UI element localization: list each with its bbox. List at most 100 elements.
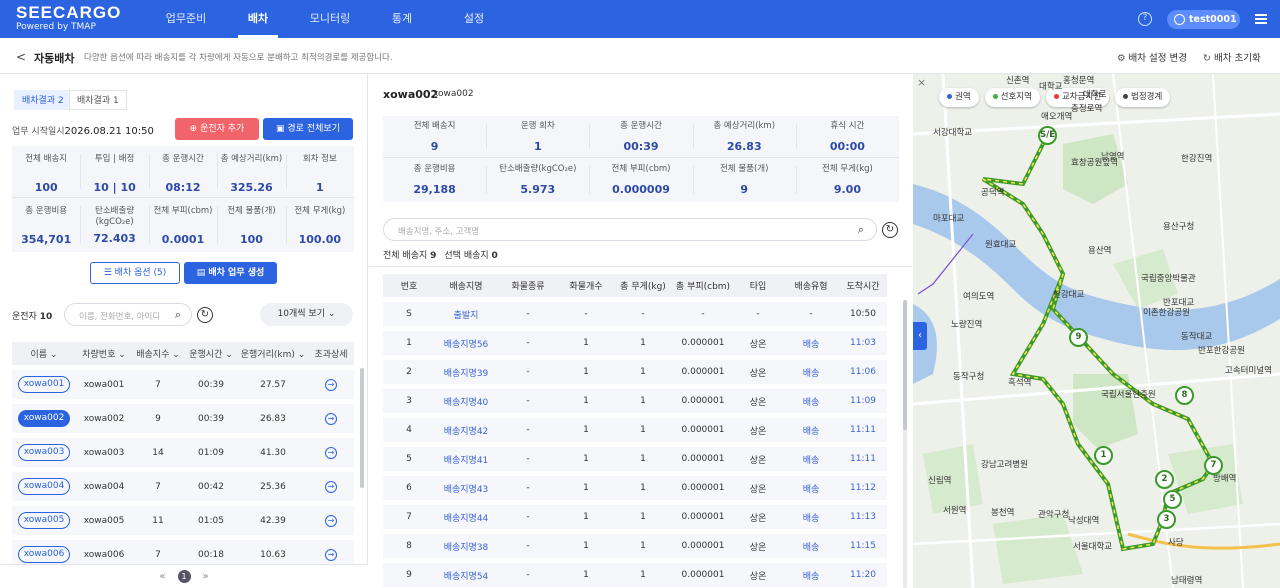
col-name[interactable]: 이름 ⌄	[12, 347, 76, 360]
stop-cell: 배송	[802, 397, 820, 408]
brand-logo[interactable]: SEECARGO Powered by TMAP	[16, 4, 126, 34]
driver-name-cell[interactable]: xowa001	[12, 376, 76, 393]
driver-name-pill[interactable]: xowa004	[18, 478, 70, 495]
col-car[interactable]: 차량번호 ⌄	[76, 347, 132, 360]
stop-cell[interactable]: 배송지명40	[435, 395, 497, 408]
driver-name-pill[interactable]: xowa005	[18, 512, 70, 529]
stop-cell[interactable]: 배송지명56	[435, 337, 497, 350]
arrow-right-icon[interactable]: →	[325, 480, 337, 493]
arrow-right-icon[interactable]: →	[325, 412, 337, 425]
map-place-label: 흑석역	[1008, 378, 1032, 388]
table-row[interactable]: 2 배송지명39 - 1 1 0.000001 상온 배송 11:06	[383, 360, 887, 384]
stop-list-scrollbar[interactable]	[903, 300, 907, 430]
col-stops[interactable]: 배송지수 ⌄	[132, 347, 184, 360]
arrow-right-icon[interactable]: →	[325, 446, 337, 459]
table-row[interactable]: xowa005 xowa005 11 01:05 42.39 →	[12, 506, 354, 535]
driver-stops-cell: 11	[152, 515, 164, 526]
dispatch-settings-button[interactable]: ⚙ 배차 설정 변경	[1117, 50, 1187, 64]
stop-cell: 1	[640, 483, 646, 493]
chip-zone[interactable]: 권역	[939, 88, 979, 107]
tab-result-2[interactable]: 배차결과 2	[14, 90, 72, 110]
table-row[interactable]: 7 배송지명44 - 1 1 0.000001 상온 배송 11:13	[383, 505, 887, 529]
refresh-icon[interactable]: ↻	[197, 307, 213, 323]
col-distance[interactable]: 운행거리(km) ⌄	[238, 347, 308, 360]
create-dispatch-job-button[interactable]: ▤ 배차 업무 생성	[184, 262, 277, 284]
collapse-panel-icon[interactable]: ‹	[913, 322, 927, 350]
nav-item-settings[interactable]: 설정	[438, 0, 510, 38]
driver-name-pill[interactable]: xowa002	[18, 410, 70, 427]
hamburger-menu-icon[interactable]	[1255, 14, 1267, 24]
route-marker[interactable]: 5	[1163, 490, 1182, 509]
route-marker[interactable]: 1	[1094, 446, 1113, 465]
arrow-right-icon[interactable]: →	[325, 548, 337, 561]
back-arrow-icon[interactable]: <	[16, 50, 26, 64]
route-map[interactable]: × 권역 선호지역 교차금지선 법정경계 ‹ 신촌역 홍청문역 대학교 애오개역 충정로…	[913, 74, 1280, 588]
stop-cell[interactable]: 배송지명39	[435, 366, 497, 379]
driver-list-scrollbar[interactable]	[360, 368, 364, 488]
table-row[interactable]: xowa003 xowa003 14 01:09 41.30 →	[12, 438, 354, 467]
stop-cell[interactable]: 배송지명54	[435, 569, 497, 582]
user-menu-button[interactable]: test0001	[1167, 10, 1240, 29]
nav-item-statistics[interactable]: 통계	[366, 0, 438, 38]
nav-item-monitoring[interactable]: 모니터링	[294, 0, 366, 38]
nav-item-dispatch[interactable]: 배차	[222, 0, 294, 38]
view-all-routes-label: 경로 전체보기	[287, 124, 340, 134]
route-marker[interactable]: 9	[1069, 328, 1088, 347]
stop-cell[interactable]: 출발지	[435, 308, 497, 321]
stop-cell[interactable]: 배송지명38	[435, 540, 497, 553]
arrow-right-icon[interactable]: →	[325, 378, 337, 391]
nav-item-prepare[interactable]: 업무준비	[150, 0, 222, 38]
driver-name-cell[interactable]: xowa006	[12, 546, 76, 563]
search-icon[interactable]: ⌕	[175, 308, 181, 322]
prev-page-icon[interactable]: «	[159, 565, 165, 588]
table-row[interactable]: 1 배송지명56 - 1 1 0.000001 상온 배송 11:03	[383, 331, 887, 355]
driver-name-cell[interactable]: xowa002	[12, 410, 76, 427]
driver-name-pill[interactable]: xowa001	[18, 376, 70, 393]
driver-name-pill[interactable]: xowa003	[18, 444, 70, 461]
tab-result-1[interactable]: 배차결과 1	[69, 90, 127, 110]
stop-cell[interactable]: 배송지명44	[435, 511, 497, 524]
stop-cell: 11:11	[850, 425, 876, 435]
driver-name-cell[interactable]: xowa004	[12, 478, 76, 495]
route-marker[interactable]: 2	[1155, 470, 1174, 489]
next-page-icon[interactable]: »	[203, 565, 209, 588]
table-row[interactable]: 3 배송지명40 - 1 1 0.000001 상온 배송 11:09	[383, 389, 887, 413]
driver-name-pill[interactable]: xowa006	[18, 546, 70, 563]
help-icon[interactable]: ?	[1138, 12, 1152, 26]
map-place-label: 반포대교	[1163, 298, 1195, 308]
stop-search-input[interactable]: 배송지명, 주소, 고객명 ⌕	[383, 218, 877, 241]
table-row[interactable]: S 출발지 - - - - - - 10:50	[383, 302, 887, 326]
table-row[interactable]: 4 배송지명42 - 1 1 0.000001 상온 배송 11:11	[383, 418, 887, 442]
driver-name-cell[interactable]: xowa005	[12, 512, 76, 529]
col-time[interactable]: 운행시간 ⌄	[184, 347, 238, 360]
dispatch-reset-button[interactable]: ↻ 배차 초기화	[1203, 50, 1261, 64]
table-row[interactable]: 8 배송지명38 - 1 1 0.000001 상온 배송 11:15	[383, 534, 887, 558]
refresh-icon[interactable]: ↻	[882, 222, 898, 238]
route-marker[interactable]: S/E	[1038, 126, 1057, 145]
table-row[interactable]: xowa004 xowa004 7 00:42 25.36 →	[12, 472, 354, 501]
add-driver-button[interactable]: ⊕ 운전자 추가	[175, 118, 259, 140]
stop-cell[interactable]: 배송지명42	[435, 424, 497, 437]
driver-search-input[interactable]: 이름, 전화번호, 아이디 ⌕	[64, 303, 192, 326]
map-close-icon[interactable]: ×	[917, 76, 926, 89]
table-row[interactable]: 6 배송지명43 - 1 1 0.000001 상온 배송 11:12	[383, 476, 887, 500]
current-page[interactable]: 1	[177, 569, 191, 583]
per-page-select[interactable]: 10개씩 보기 ⌄	[260, 303, 353, 326]
dispatch-options-button[interactable]: ☰ 배차 옵션 (5)	[90, 262, 180, 284]
stop-cell[interactable]: 배송지명41	[435, 453, 497, 466]
arrow-right-icon[interactable]: →	[325, 514, 337, 527]
table-row[interactable]: 9 배송지명54 - 1 1 0.000001 상온 배송 11:20	[383, 563, 887, 587]
chip-preferred-area[interactable]: 선호지역	[984, 88, 1040, 107]
table-row[interactable]: 5 배송지명41 - 1 1 0.000001 상온 배송 11:11	[383, 447, 887, 471]
driver-name-cell[interactable]: xowa003	[12, 444, 76, 461]
route-marker[interactable]: 7	[1204, 456, 1223, 475]
route-marker[interactable]: 8	[1175, 386, 1194, 405]
search-icon[interactable]: ⌕	[858, 223, 864, 237]
chip-legal-boundary[interactable]: 법정경계	[1115, 88, 1171, 107]
stop-cell[interactable]: 배송지명43	[435, 482, 497, 495]
table-row[interactable]: xowa001 xowa001 7 00:39 27.57 →	[12, 370, 354, 399]
route-marker[interactable]: 3	[1157, 510, 1176, 529]
table-row[interactable]: xowa002 xowa002 9 00:39 26.83 →	[12, 404, 354, 433]
view-all-routes-button[interactable]: ▣ 경로 전체보기	[263, 118, 353, 140]
stop-cell: 1	[583, 425, 589, 435]
